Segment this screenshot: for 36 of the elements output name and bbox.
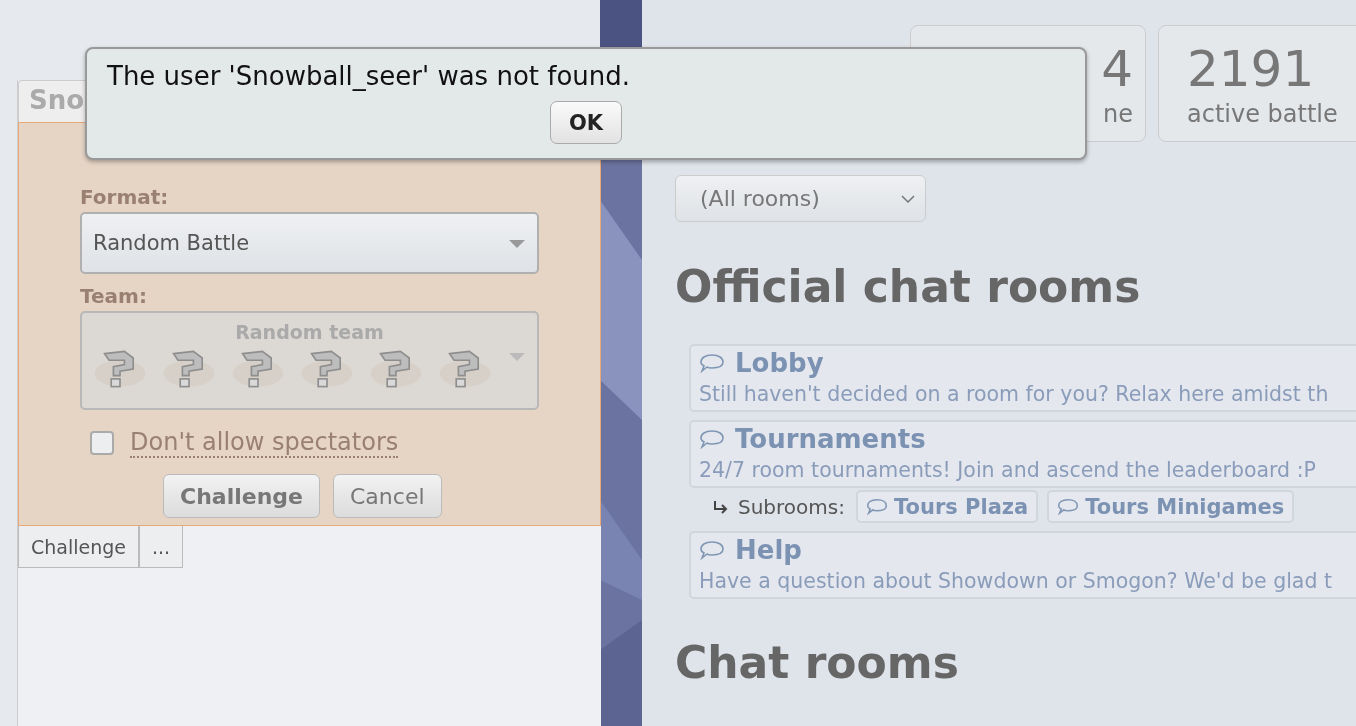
speech-bubble-icon <box>699 353 725 373</box>
subrooms-label: Subrooms: <box>738 494 845 519</box>
room-filter-select[interactable]: (All rooms) <box>675 175 926 222</box>
more-button[interactable]: ... <box>139 526 184 568</box>
stat-label: ne <box>1103 100 1133 128</box>
room-card[interactable]: Help Have a question about Showdown or Smogon? We'd be glad t <box>689 531 1356 599</box>
room-name: Tournaments <box>735 424 926 454</box>
room-description: Have a question about Showdown or Smogon? We'd be glad t <box>699 569 1333 593</box>
challenge-tab-button[interactable]: Challenge <box>18 526 139 568</box>
subroom-button[interactable]: Tours Plaza <box>855 490 1039 523</box>
room-card[interactable]: Lobby Still haven't decided on a room for you? Relax here amidst th <box>689 344 1356 412</box>
stat-number: 4 <box>1101 39 1133 100</box>
room-description: 24/7 room tournaments! Join and ascend the leaderboard :P <box>699 458 1317 482</box>
team-label: Team: <box>80 284 148 308</box>
speech-bubble-icon <box>699 429 725 449</box>
format-select[interactable]: Random Battle <box>80 212 539 274</box>
room-description: Still haven't decided on a room for you? Relax here amidst th <box>699 382 1330 406</box>
checkbox[interactable] <box>90 431 114 455</box>
return-arrow-icon <box>713 499 729 514</box>
format-label: Format: <box>80 185 170 209</box>
spectators-label: Don't allow spectators <box>130 428 399 458</box>
speech-bubble-icon <box>1057 498 1080 515</box>
stat-number: 2191 <box>1187 39 1315 100</box>
section-heading: Chat rooms <box>675 636 960 690</box>
subroom-button[interactable]: Tours Minigames <box>1047 490 1295 523</box>
challenge-button[interactable]: Challenge <box>163 474 320 518</box>
cancel-button[interactable]: Cancel <box>333 474 442 518</box>
stat-label: active battle <box>1187 100 1338 128</box>
section-heading: Official chat rooms <box>675 260 1142 314</box>
speech-bubble-icon <box>699 540 725 560</box>
room-card[interactable]: Tournaments 24/7 room tournaments! Join and ascend the leaderboard :P <box>689 420 1356 488</box>
chevron-icon <box>901 195 915 203</box>
speech-bubble-icon <box>865 498 888 515</box>
ok-button[interactable]: OK <box>550 101 622 144</box>
room-name: Lobby <box>735 348 824 378</box>
room-name: Help <box>735 535 802 565</box>
